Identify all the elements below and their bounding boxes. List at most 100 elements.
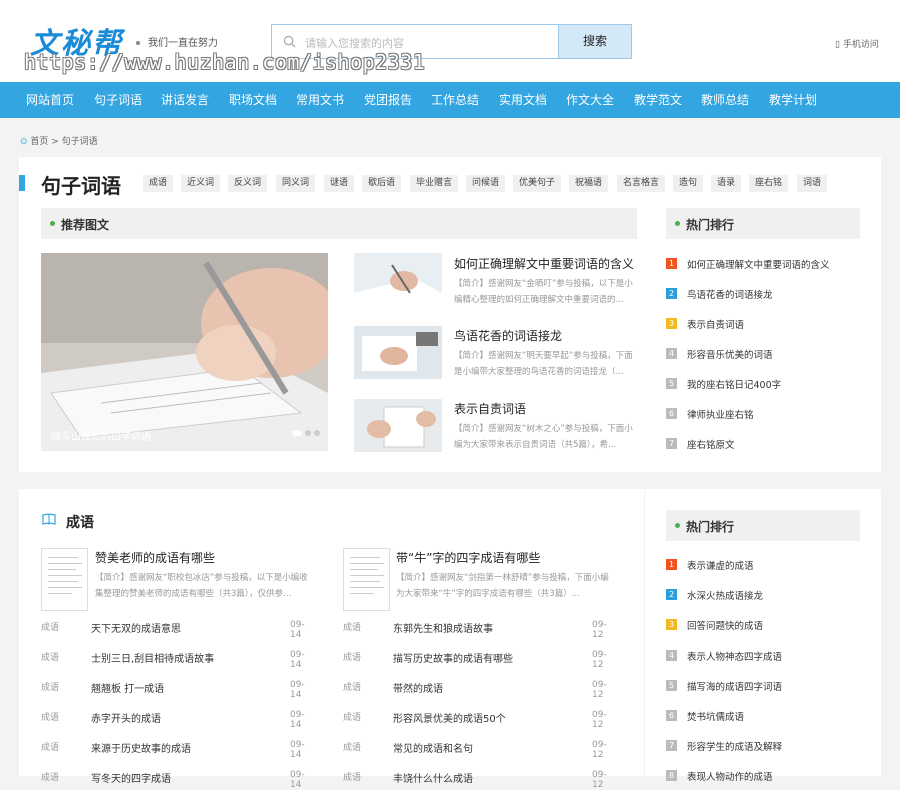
hot-item[interactable]: 3 表示自责词语 <box>666 317 866 331</box>
hot-item[interactable]: 8 表现人物动作的成语 <box>666 769 866 783</box>
list-item[interactable]: 成语 来源于历史故事的成语 09-14 <box>41 740 316 760</box>
hot-item[interactable]: 1 表示谦虚的成语 <box>666 558 866 572</box>
list-item[interactable]: 成语 士别三日,刮目相待成语故事 09-14 <box>41 650 316 670</box>
hot-item[interactable]: 1 如何正确理解文中重要词语的含义 <box>666 257 866 271</box>
list-title[interactable]: 写冬天的四字成语 <box>91 770 171 785</box>
list-cat[interactable]: 成语 <box>343 710 361 723</box>
hot-item-label[interactable]: 我的座右铭日记400字 <box>687 377 781 391</box>
nav-item[interactable]: 网站首页 <box>26 82 74 118</box>
list-title[interactable]: 带然的成语 <box>393 680 443 695</box>
hot-item[interactable]: 7 形容学生的成语及解释 <box>666 739 866 753</box>
list-item[interactable]: 成语 带然的成语 09-12 <box>343 680 618 700</box>
nav-item[interactable]: 教师总结 <box>701 82 749 118</box>
list-cat[interactable]: 成语 <box>41 680 59 693</box>
nav-item[interactable]: 句子词语 <box>94 82 142 118</box>
list-title[interactable]: 东郭先生和狼成语故事 <box>393 620 493 635</box>
hot-item-label[interactable]: 形容学生的成语及解释 <box>687 739 782 753</box>
hot-item[interactable]: 6 焚书坑儒成语 <box>666 709 866 723</box>
list-item[interactable]: 成语 天下无双的成语意思 09-14 <box>41 620 316 640</box>
tag[interactable]: 毕业赠言 <box>410 175 458 192</box>
article-title[interactable]: 鸟语花香的词语接龙 <box>454 327 562 344</box>
list-item[interactable]: 成语 翘翘板 打一成语 09-14 <box>41 680 316 700</box>
hot-item-label[interactable]: 鸟语花香的词语接龙 <box>687 287 773 301</box>
hot-item-label[interactable]: 焚书坑儒成语 <box>687 709 744 723</box>
hot-item[interactable]: 5 描写海的成语四字词语 <box>666 679 866 693</box>
tag[interactable]: 谜语 <box>324 175 354 192</box>
hot-item-label[interactable]: 表示自责词语 <box>687 317 744 331</box>
doc-thumb[interactable] <box>41 548 88 611</box>
hot-item-label[interactable]: 律师执业座右铭 <box>687 407 754 421</box>
tag[interactable]: 座右铭 <box>749 175 788 192</box>
hot-item-label[interactable]: 水深火热成语接龙 <box>687 588 763 602</box>
hot-item[interactable]: 4 形容音乐优美的词语 <box>666 347 866 361</box>
list-cat[interactable]: 成语 <box>41 620 59 633</box>
hot-item-label[interactable]: 如何正确理解文中重要词语的含义 <box>687 257 830 271</box>
list-cat[interactable]: 成语 <box>343 680 361 693</box>
nav-item[interactable]: 教学计划 <box>769 82 817 118</box>
hot-item[interactable]: 2 鸟语花香的词语接龙 <box>666 287 866 301</box>
slider-dot[interactable] <box>314 430 320 436</box>
hot-item-label[interactable]: 回答问题快的成语 <box>687 618 763 632</box>
hot-item-label[interactable]: 形容音乐优美的词语 <box>687 347 773 361</box>
tag[interactable]: 优美句子 <box>513 175 561 192</box>
list-title[interactable]: 士别三日,刮目相待成语故事 <box>91 650 214 665</box>
breadcrumb-text[interactable]: 首页 > 句子词语 <box>30 137 97 147</box>
hot-item[interactable]: 3 回答问题快的成语 <box>666 618 866 632</box>
tag[interactable]: 成语 <box>143 175 173 192</box>
hot-item[interactable]: 5 我的座右铭日记400字 <box>666 377 866 391</box>
tag[interactable]: 问候语 <box>466 175 505 192</box>
tag[interactable]: 同义词 <box>276 175 315 192</box>
tag[interactable]: 名言格言 <box>617 175 665 192</box>
hot-item-label[interactable]: 表现人物动作的成语 <box>687 769 773 783</box>
tag[interactable]: 反义词 <box>228 175 267 192</box>
list-title[interactable]: 赤字开头的成语 <box>91 710 161 725</box>
nav-item[interactable]: 实用文档 <box>499 82 547 118</box>
image-slider[interactable]: 描写山峰险的四字词语 <box>41 253 328 451</box>
article-thumb[interactable] <box>354 326 442 379</box>
article-thumb[interactable] <box>354 253 442 306</box>
nav-item[interactable]: 党团报告 <box>364 82 412 118</box>
hot-item[interactable]: 6 律师执业座右铭 <box>666 407 866 421</box>
nav-item[interactable]: 职场文档 <box>229 82 277 118</box>
mobile-link[interactable]: ▯ 手机访问 <box>835 37 879 50</box>
list-item[interactable]: 成语 写冬天的四字成语 09-14 <box>41 770 316 790</box>
article-title[interactable]: 如何正确理解文中重要词语的含义 <box>454 255 634 272</box>
article-thumb[interactable] <box>354 399 442 452</box>
list-title[interactable]: 常见的成语和名句 <box>393 740 473 755</box>
hot-item-label[interactable]: 表示人物神态四字成语 <box>687 649 782 663</box>
slider-dot[interactable] <box>292 430 302 436</box>
list-title[interactable]: 丰饶什么什么成语 <box>393 770 473 785</box>
list-cat[interactable]: 成语 <box>41 740 59 753</box>
search-button[interactable]: 搜索 <box>558 25 631 58</box>
hot-item-label[interactable]: 座右铭原文 <box>687 437 735 451</box>
nav-item[interactable]: 常用文书 <box>296 82 344 118</box>
list-title[interactable]: 描写历史故事的成语有哪些 <box>393 650 513 665</box>
list-title[interactable]: 来源于历史故事的成语 <box>91 740 191 755</box>
article-title[interactable]: 表示自责词语 <box>454 400 526 417</box>
list-cat[interactable]: 成语 <box>41 770 59 783</box>
featured-title[interactable]: 带“牛”字的四字成语有哪些 <box>396 549 540 566</box>
list-item[interactable]: 成语 常见的成语和名句 09-12 <box>343 740 618 760</box>
tag[interactable]: 语录 <box>711 175 741 192</box>
hot-item-label[interactable]: 描写海的成语四字词语 <box>687 679 782 693</box>
hot-item[interactable]: 4 表示人物神态四字成语 <box>666 649 866 663</box>
nav-item[interactable]: 教学范文 <box>634 82 682 118</box>
list-title[interactable]: 形容风景优美的成语50个 <box>393 710 506 725</box>
list-cat[interactable]: 成语 <box>343 740 361 753</box>
list-item[interactable]: 成语 赤字开头的成语 09-14 <box>41 710 316 730</box>
list-item[interactable]: 成语 丰饶什么什么成语 09-12 <box>343 770 618 790</box>
list-cat[interactable]: 成语 <box>343 620 361 633</box>
tag[interactable]: 歇后语 <box>362 175 401 192</box>
tag[interactable]: 造句 <box>673 175 703 192</box>
list-cat[interactable]: 成语 <box>343 770 361 783</box>
list-item[interactable]: 成语 形容风景优美的成语50个 09-12 <box>343 710 618 730</box>
hot-item[interactable]: 7 座右铭原文 <box>666 437 866 451</box>
tag[interactable]: 近义词 <box>181 175 220 192</box>
list-cat[interactable]: 成语 <box>41 650 59 663</box>
search-input[interactable]: 请输入您搜索的内容 <box>305 35 404 51</box>
doc-thumb[interactable] <box>343 548 390 611</box>
featured-title[interactable]: 赞美老师的成语有哪些 <box>95 549 215 566</box>
list-title[interactable]: 天下无双的成语意思 <box>91 620 181 635</box>
list-title[interactable]: 翘翘板 打一成语 <box>91 680 164 695</box>
tag[interactable]: 词语 <box>797 175 827 192</box>
